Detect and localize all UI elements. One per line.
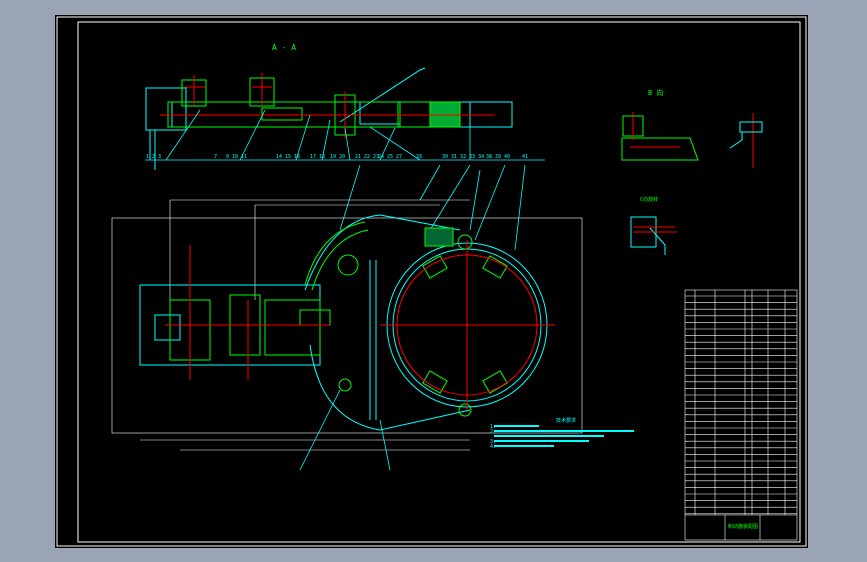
section-label: A - A: [272, 43, 296, 52]
notes-title: 技术要求: [556, 417, 576, 424]
balloon-label: 30 31 32 33 34: [442, 154, 484, 160]
balloon-label: 9 10 11: [226, 154, 247, 160]
balloon-label: 7: [214, 154, 217, 160]
balloon-label: 38 39: [486, 154, 501, 160]
balloon-label: 1 2 3: [146, 154, 161, 160]
balloon-label: 24 25: [378, 154, 393, 160]
view-c-label: C向旋转: [640, 196, 658, 203]
balloon-label: 14 15 16: [276, 154, 300, 160]
drawing-title: 制动器装配图: [728, 523, 758, 530]
cad-drawing-canvas[interactable]: A - A 1 2 3 7 9 10 11 14 15 16 17 18 19 …: [0, 0, 867, 562]
balloon-label: 28: [416, 154, 422, 160]
balloon-label: 41: [522, 154, 528, 160]
balloon-label: 19 20: [330, 154, 345, 160]
balloon-label: 17 18: [310, 154, 325, 160]
view-b-label: B 向: [648, 88, 663, 97]
balloon-label: 27: [396, 154, 402, 160]
balloon-label: 40: [504, 154, 510, 160]
balloon-label: 21 22 23: [355, 154, 379, 160]
